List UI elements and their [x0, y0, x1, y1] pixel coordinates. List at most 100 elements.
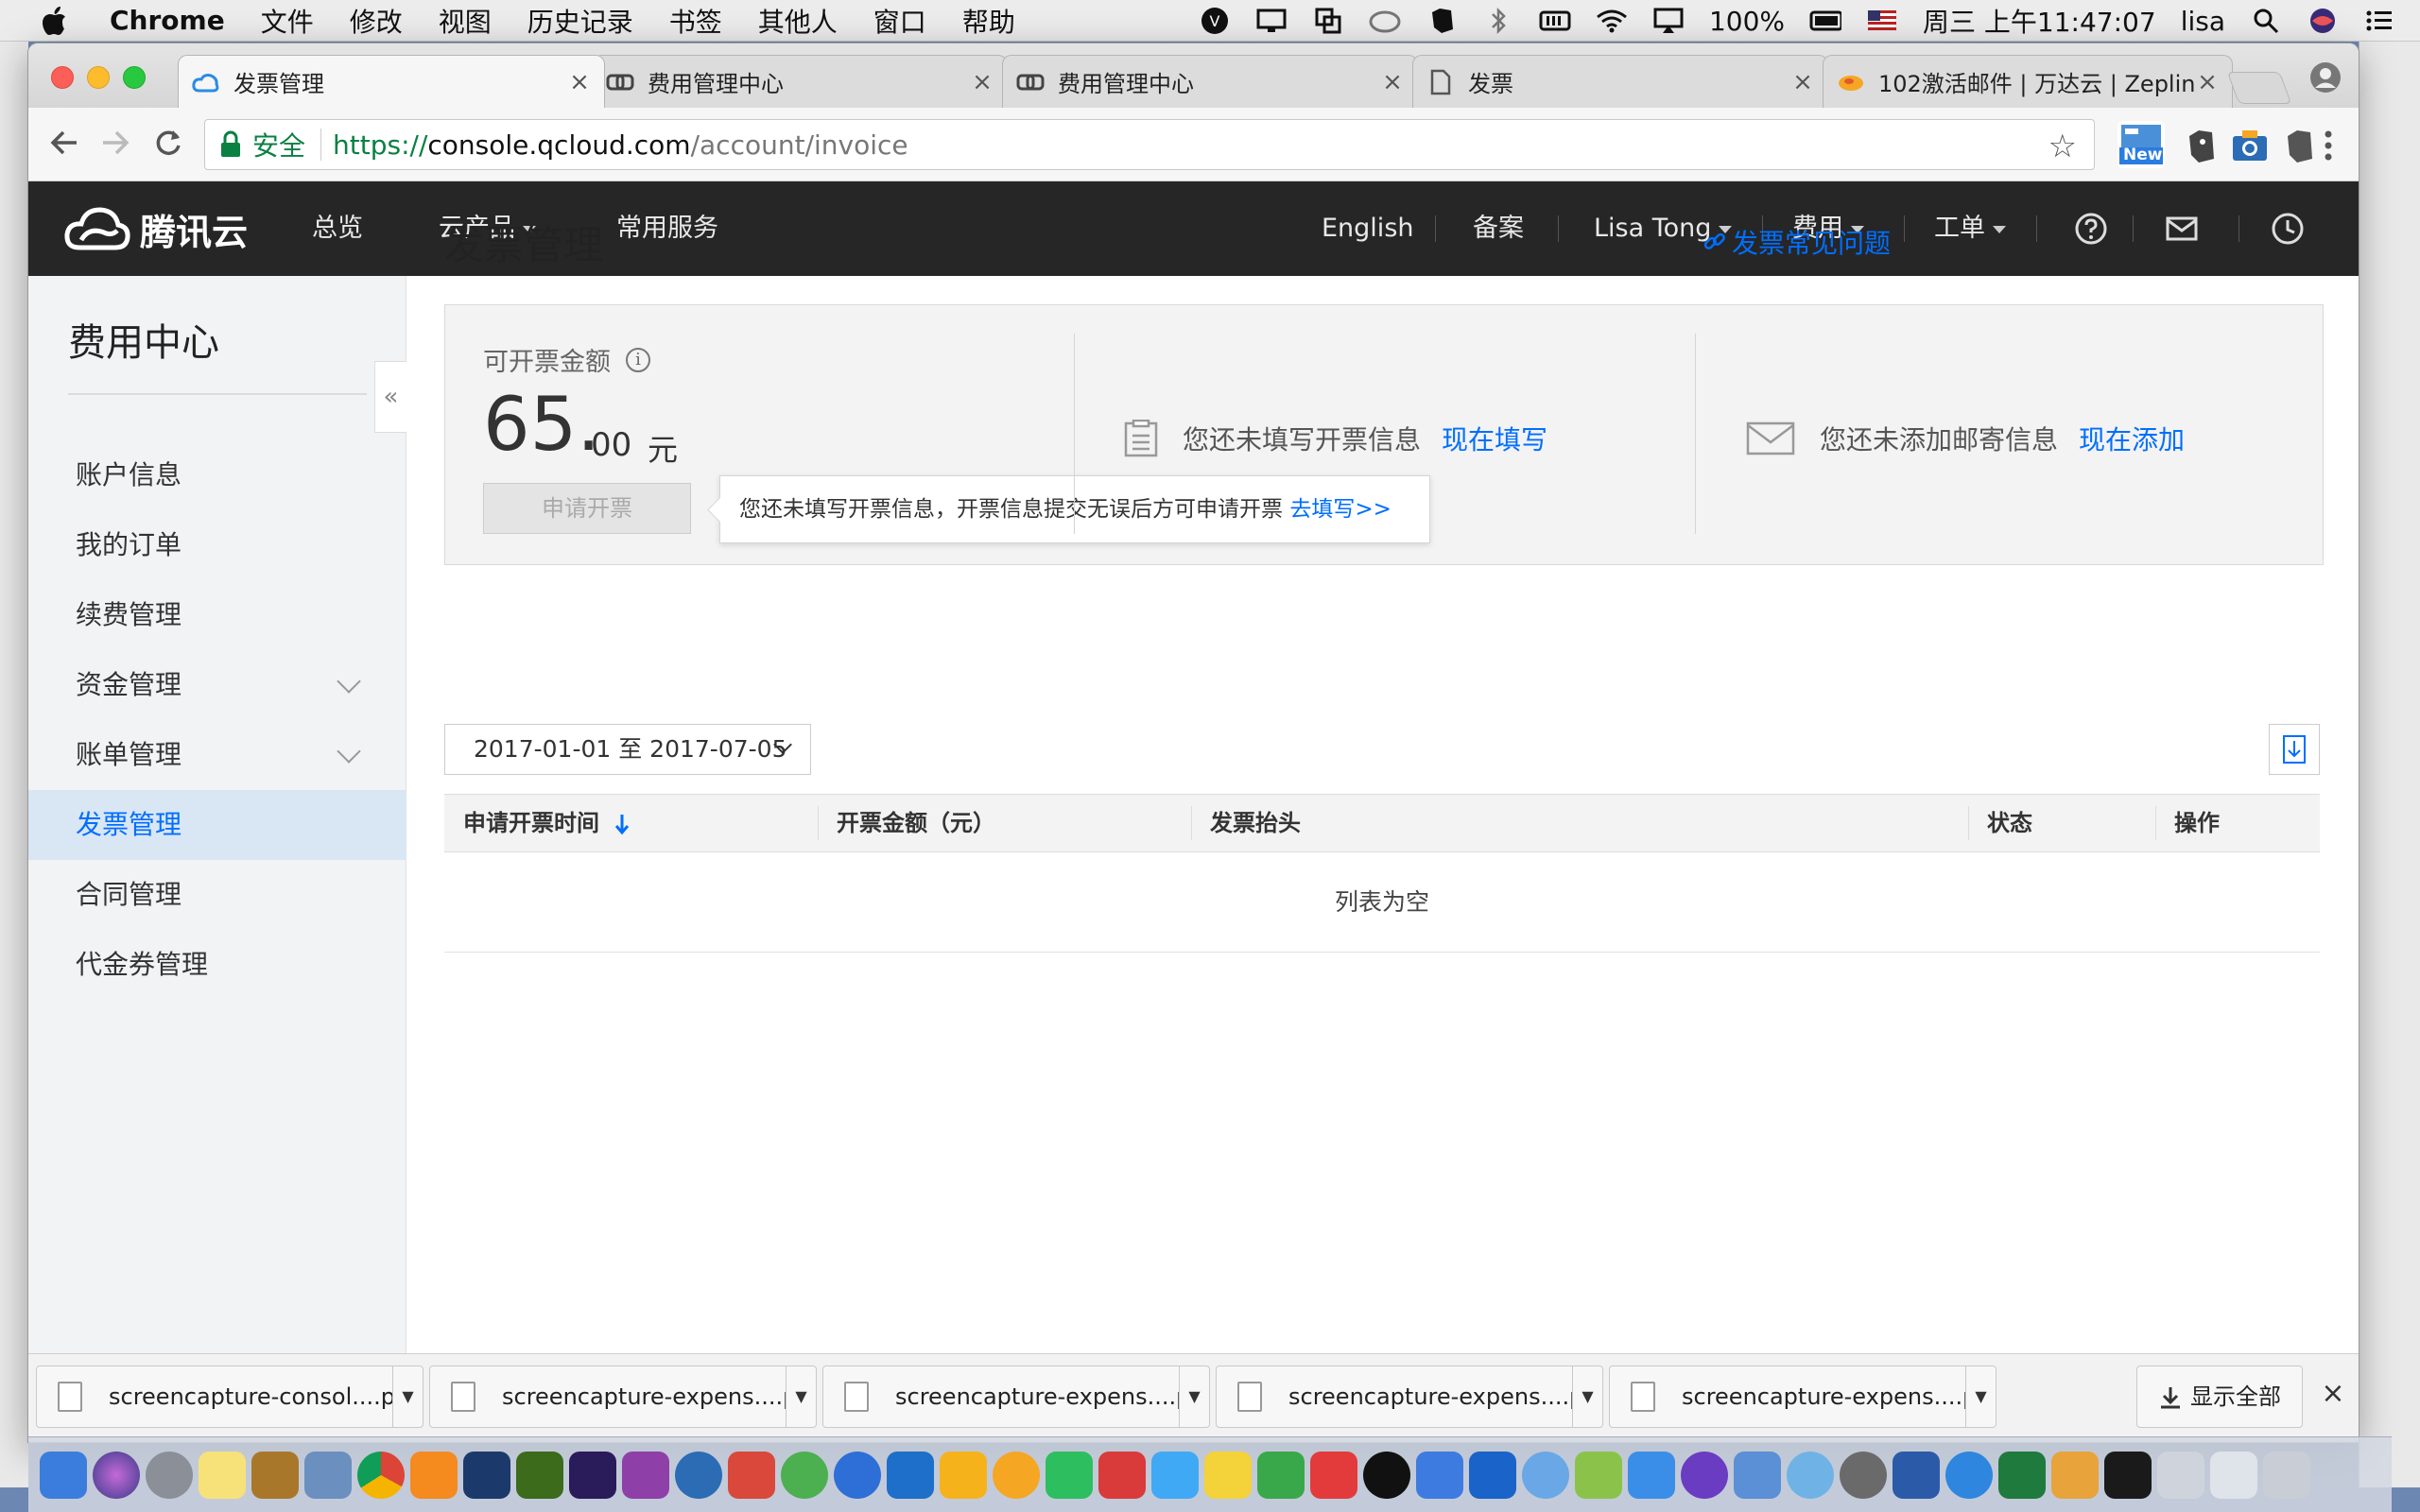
sidebar-item-invoices[interactable]: 发票管理 [28, 790, 406, 860]
info-icon[interactable]: i [626, 347, 650, 372]
xmind-icon[interactable] [1310, 1451, 1357, 1499]
column-header-actions[interactable]: 操作 [2174, 795, 2220, 851]
dreamweaver-icon[interactable] [516, 1451, 563, 1499]
vectorworks-tray-icon[interactable]: V [1199, 7, 1231, 35]
illustrator-icon[interactable] [410, 1451, 458, 1499]
help-icon[interactable] [2074, 212, 2108, 246]
bluetooth-tray-icon[interactable] [1482, 7, 1514, 35]
tab-zeplin-email[interactable]: 102激活邮件 | 万达云 | Zeplin × [1823, 55, 2233, 108]
quicktime-icon[interactable] [675, 1451, 722, 1499]
notification-center-icon[interactable] [2363, 7, 2395, 35]
siri-icon[interactable] [2307, 7, 2339, 35]
chevron-down-icon[interactable]: ▼ [1179, 1366, 1209, 1428]
download-item[interactable]: screencapture-expens....png ▼ [822, 1366, 1210, 1428]
menubar-clock[interactable]: 周三 上午11:47:07 [1923, 2, 2156, 40]
chrome-icon[interactable] [357, 1451, 405, 1499]
menu-people[interactable]: 其他人 [758, 2, 838, 40]
tab-close-icon[interactable]: × [2196, 68, 2219, 96]
evernote-icon[interactable] [1046, 1451, 1093, 1499]
sidebar-item-funds[interactable]: 资金管理 [28, 650, 406, 720]
stickies-icon[interactable] [1204, 1451, 1252, 1499]
column-header-amount[interactable]: 开票金额（元） [837, 795, 995, 851]
feather-app-icon[interactable] [1151, 1451, 1199, 1499]
new-extension-icon[interactable]: New [2118, 121, 2165, 168]
tab-expense-center-1[interactable]: 费用管理中心 × [592, 55, 1008, 108]
chevron-down-icon[interactable]: ▼ [1965, 1366, 1996, 1428]
finder-icon[interactable] [40, 1451, 87, 1499]
word-icon[interactable] [1893, 1451, 1940, 1499]
downloads-stack-icon[interactable] [2157, 1451, 2204, 1499]
chevron-down-icon[interactable]: ▼ [1572, 1366, 1602, 1428]
archive-icon[interactable] [251, 1451, 299, 1499]
weibo-icon[interactable] [1522, 1451, 1569, 1499]
airplay-icon[interactable] [1652, 7, 1685, 35]
reload-button[interactable] [149, 127, 187, 164]
spotlight-search-icon[interactable] [2250, 7, 2282, 35]
nav-tickets[interactable]: 工单 [1934, 181, 2006, 276]
column-header-invoice-title[interactable]: 发票抬头 [1210, 795, 1301, 851]
documents-stack-icon[interactable] [2210, 1451, 2257, 1499]
screenshot-tray-icon[interactable] [1312, 7, 1344, 35]
evernote-extension-icon[interactable] [2182, 127, 2220, 164]
face-app-icon[interactable] [1787, 1451, 1834, 1499]
numbers-icon[interactable] [2051, 1451, 2099, 1499]
camera-extension-icon[interactable] [2231, 127, 2269, 164]
tab-close-icon[interactable]: × [1791, 68, 1814, 96]
bookmark-star-icon[interactable]: ☆ [2048, 128, 2077, 165]
menubar-user[interactable]: lisa [2181, 6, 2225, 37]
menu-file[interactable]: 文件 [261, 2, 314, 40]
evernote-tray-icon[interactable] [1426, 7, 1458, 35]
siri-icon[interactable] [93, 1451, 140, 1499]
evernote-clipper-icon[interactable] [2280, 127, 2318, 164]
nav-english[interactable]: English [1322, 181, 1414, 276]
apply-invoice-button[interactable]: 申请开票 [483, 483, 691, 534]
baidu-netdisk-icon[interactable] [1416, 1451, 1463, 1499]
menu-help[interactable]: 帮助 [962, 2, 1015, 40]
menu-edit[interactable]: 修改 [350, 2, 403, 40]
bird-app-icon[interactable] [887, 1451, 934, 1499]
back-button[interactable] [45, 127, 83, 164]
battery-icon[interactable] [1809, 7, 1842, 35]
sidebar-item-contracts[interactable]: 合同管理 [28, 860, 406, 930]
pockity-icon[interactable] [1681, 1451, 1728, 1499]
tab-close-icon[interactable]: × [1381, 68, 1404, 96]
sidebar-item-my-orders[interactable]: 我的订单 [28, 510, 406, 580]
preview-icon[interactable] [304, 1451, 352, 1499]
tab-close-icon[interactable]: × [971, 68, 994, 96]
sidebar-item-account-info[interactable]: 账户信息 [28, 440, 406, 510]
address-bar[interactable]: 安全 https:// console.qcloud.com /account/… [204, 119, 2095, 170]
date-range-picker[interactable]: 2017-01-01 至 2017-07-05 [444, 724, 811, 775]
fill-invoice-info-link[interactable]: 现在填写 [1442, 420, 1547, 457]
tencent-cloud-logo[interactable]: 腾讯云 [64, 202, 248, 255]
tab-expense-center-2[interactable]: 费用管理中心 × [1002, 55, 1418, 108]
after-effects-icon[interactable] [569, 1451, 616, 1499]
teamviewer-icon[interactable] [1469, 1451, 1516, 1499]
window-minimize-button[interactable] [87, 66, 110, 89]
chevron-down-icon[interactable]: ▼ [392, 1366, 423, 1428]
menu-history[interactable]: 历史记录 [527, 2, 633, 40]
nav-icp-filing[interactable]: 备案 [1473, 181, 1524, 276]
wifi-icon[interactable] [1596, 7, 1628, 35]
keynote-icon[interactable] [1734, 1451, 1781, 1499]
menu-app-name[interactable]: Chrome [110, 5, 225, 36]
menu-bookmarks[interactable]: 书签 [669, 2, 722, 40]
wunderlist-icon[interactable] [1098, 1451, 1146, 1499]
clock-icon[interactable] [2271, 212, 2305, 246]
notes-icon[interactable] [199, 1451, 246, 1499]
webstorm-icon[interactable] [834, 1451, 881, 1499]
menu-view[interactable]: 视图 [439, 2, 492, 40]
terminal-icon[interactable] [2104, 1451, 2152, 1499]
forward-button[interactable] [96, 127, 134, 164]
safari-icon[interactable] [1945, 1451, 1993, 1499]
system-preferences-icon[interactable] [1840, 1451, 1887, 1499]
memory-tray-icon[interactable] [1539, 7, 1571, 35]
tab-invoice[interactable]: 发票 × [1412, 55, 1828, 108]
close-icon[interactable]: × [2316, 1377, 2350, 1415]
download-item[interactable]: screencapture-expens....png ▼ [1216, 1366, 1603, 1428]
column-header-apply-time[interactable]: 申请开票时间 [463, 795, 631, 851]
launchpad-icon[interactable] [146, 1451, 193, 1499]
menu-window[interactable]: 窗口 [873, 2, 926, 40]
mail-icon[interactable] [2165, 212, 2199, 246]
axure-rp-icon[interactable] [622, 1451, 669, 1499]
window-close-button[interactable] [51, 66, 74, 89]
